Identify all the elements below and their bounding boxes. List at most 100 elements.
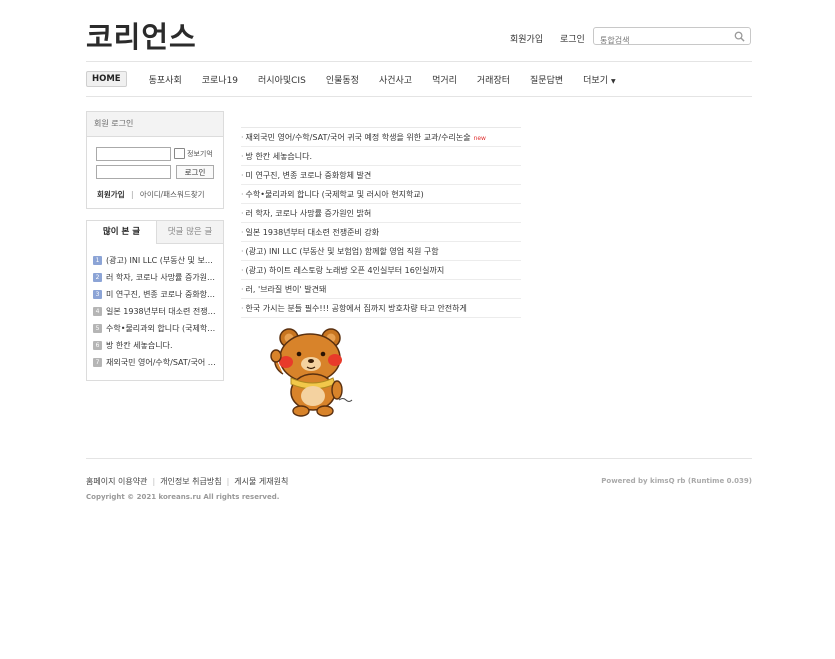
list-item[interactable]: 4 일본 1938년부터 대소련 전쟁준비 강화 bbox=[93, 303, 217, 320]
list-item[interactable]: · 미 연구진, 변종 코로나 중화항체 발견 bbox=[241, 166, 521, 185]
bullet: · bbox=[241, 190, 244, 199]
bear-mascot-image bbox=[270, 328, 353, 417]
popular-title: 러 학자, 코로나 사망률 증가원인 밝혀 bbox=[106, 273, 217, 282]
bullet: · bbox=[241, 152, 244, 161]
signup-link[interactable]: 회원가입 bbox=[510, 35, 543, 45]
nav-item-russia-cis[interactable]: 러시아및CIS bbox=[248, 73, 316, 86]
bullet: · bbox=[241, 247, 244, 256]
footer-links: 홈페이지 이용약관 | 개인정보 취급방침 | 게시물 게재원칙 bbox=[86, 476, 288, 487]
footer-separator: | bbox=[152, 477, 156, 486]
news-title: (광고) INI LLC (부동산 및 보험업) 함께할 영업 직원 구함 bbox=[245, 247, 439, 256]
remember-checkbox[interactable] bbox=[174, 148, 185, 159]
news-title: 한국 가시는 분들 필수!!! 공항에서 집까지 방호차량 타고 안전하게 bbox=[245, 304, 467, 313]
list-item[interactable]: 3 미 연구진, 변종 코로나 중화항체 발견 bbox=[93, 286, 217, 303]
news-title: (광고) 하이트 레스토랑 노래방 오픈 4인실부터 16인실까지 bbox=[245, 266, 445, 275]
list-item[interactable]: · 한국 가시는 분들 필수!!! 공항에서 집까지 방호차량 타고 안전하게 bbox=[241, 299, 521, 318]
terms-link[interactable]: 홈페이지 이용약관 bbox=[86, 477, 147, 486]
bullet: · bbox=[241, 304, 244, 313]
nav-item-incidents[interactable]: 사건사고 bbox=[369, 73, 422, 86]
list-item[interactable]: · 러, '브라질 변이' 발견돼 bbox=[241, 280, 521, 299]
rank-badge: 3 bbox=[93, 290, 102, 299]
bullet: · bbox=[241, 171, 244, 180]
rank-badge: 4 bbox=[93, 307, 102, 316]
find-account-link[interactable]: 아이디/패스워드찾기 bbox=[140, 190, 205, 199]
latest-news-list: · 재외국민 영어/수학/SAT/국어 귀국 예정 학생을 위한 교과/수리논술 n… bbox=[241, 127, 521, 318]
list-item[interactable]: 2 러 학자, 코로나 사망률 증가원인 밝혀 bbox=[93, 269, 217, 286]
popular-panel: 많이 본 글 댓글 많은 글 1 (광고) INI LLC (부동산 및 보험업)… bbox=[86, 220, 224, 381]
nav-item-food[interactable]: 먹거리 bbox=[422, 73, 467, 86]
login-panel-title: 회원 로그인 bbox=[87, 112, 223, 137]
news-title: 미 연구진, 변종 코로나 중화항체 발견 bbox=[245, 171, 372, 180]
list-item[interactable]: 1 (광고) INI LLC (부동산 및 보험업) 함께할 영업 직원 구함 bbox=[93, 252, 217, 269]
nav-item-market[interactable]: 거래장터 bbox=[467, 73, 520, 86]
list-item[interactable]: · 러 학자, 코로나 사망률 증가원인 밝혀 bbox=[241, 204, 521, 223]
rank-badge: 2 bbox=[93, 273, 102, 282]
bullet: · bbox=[241, 266, 244, 275]
tab-most-commented[interactable]: 댓글 많은 글 bbox=[157, 221, 223, 244]
popular-title: 수학•물리과외 합니다 (국제학교 및 러시아 현지학교) bbox=[106, 324, 217, 333]
footer-divider bbox=[86, 458, 752, 459]
login-button[interactable]: 로그인 bbox=[176, 165, 214, 179]
list-item[interactable]: 7 재외국민 영어/수학/SAT/국어 귀국 예정 학생을 위한 교과/수리논술 bbox=[93, 354, 217, 371]
username-input[interactable] bbox=[96, 147, 171, 161]
login-links: 회원가입 | 아이디/패스워드찾기 bbox=[97, 189, 205, 200]
tab-most-viewed[interactable]: 많이 본 글 bbox=[87, 221, 157, 244]
rank-badge: 7 bbox=[93, 358, 102, 367]
news-title: 재외국민 영어/수학/SAT/국어 귀국 예정 학생을 위한 교과/수리논술 bbox=[245, 133, 471, 142]
nav-home[interactable]: HOME bbox=[86, 71, 127, 87]
remember-label: 정보기억 bbox=[187, 150, 213, 158]
nav-item-people[interactable]: 인물동정 bbox=[316, 73, 369, 86]
popular-title: (광고) INI LLC (부동산 및 보험업) 함께할 영업 직원 구함 bbox=[106, 256, 217, 265]
popular-list: 1 (광고) INI LLC (부동산 및 보험업) 함께할 영업 직원 구함 2… bbox=[87, 244, 223, 371]
nav-more-label: 더보기 bbox=[583, 75, 608, 86]
bullet: · bbox=[241, 285, 244, 294]
new-badge: new bbox=[473, 135, 486, 142]
powered-by: Powered by kimsQ rb (Runtime 0.039) bbox=[601, 477, 752, 485]
password-input[interactable] bbox=[96, 165, 171, 179]
search-icon[interactable] bbox=[734, 31, 745, 42]
search-input[interactable] bbox=[600, 36, 730, 45]
list-item[interactable]: · 재외국민 영어/수학/SAT/국어 귀국 예정 학생을 위한 교과/수리논술 n… bbox=[241, 128, 521, 147]
list-item[interactable]: · (광고) INI LLC (부동산 및 보험업) 함께할 영업 직원 구함 bbox=[241, 242, 521, 261]
nav-item-community[interactable]: 동포사회 bbox=[139, 73, 192, 86]
list-item[interactable]: · 수학•물리과외 합니다 (국제학교 및 러시아 현지학교) bbox=[241, 185, 521, 204]
footer-separator: | bbox=[226, 477, 230, 486]
nav-item-covid19[interactable]: 코로나19 bbox=[192, 73, 248, 86]
popular-title: 일본 1938년부터 대소련 전쟁준비 강화 bbox=[106, 307, 217, 316]
bullet: · bbox=[241, 133, 244, 142]
site-logo[interactable]: 코리언스 bbox=[86, 14, 197, 56]
news-title: 일본 1938년부터 대소련 전쟁준비 강화 bbox=[245, 228, 380, 237]
list-item[interactable]: 5 수학•물리과외 합니다 (국제학교 및 러시아 현지학교) bbox=[93, 320, 217, 337]
rank-badge: 5 bbox=[93, 324, 102, 333]
copyright: Copyright © 2021 koreans.ru All rights r… bbox=[86, 493, 280, 501]
join-link[interactable]: 회원가입 bbox=[97, 190, 125, 199]
list-item[interactable]: · 일본 1938년부터 대소련 전쟁준비 강화 bbox=[241, 223, 521, 242]
privacy-link[interactable]: 개인정보 취급방침 bbox=[160, 477, 221, 486]
rank-badge: 6 bbox=[93, 341, 102, 350]
posting-policy-link[interactable]: 게시물 게재원칙 bbox=[234, 477, 288, 486]
search-box[interactable] bbox=[593, 27, 751, 45]
chevron-down-icon: ▼ bbox=[611, 77, 616, 85]
news-title: 러, '브라질 변이' 발견돼 bbox=[245, 285, 327, 294]
login-link[interactable]: 로그인 bbox=[560, 35, 585, 45]
popular-title: 방 한칸 세놓습니다. bbox=[106, 341, 173, 350]
popular-title: 미 연구진, 변종 코로나 중화항체 발견 bbox=[106, 290, 217, 299]
nav-item-qna[interactable]: 질문답변 bbox=[520, 73, 573, 86]
main-nav: HOME 동포사회 코로나19 러시아및CIS 인물동정 사건사고 먹거리 거래… bbox=[86, 70, 626, 88]
news-title: 방 한칸 세놓습니다. bbox=[245, 152, 313, 161]
nav-item-more[interactable]: 더보기 ▼ bbox=[573, 73, 625, 86]
links-separator: | bbox=[131, 190, 134, 199]
news-title: 러 학자, 코로나 사망률 증가원인 밝혀 bbox=[245, 209, 372, 218]
nav-divider-top bbox=[86, 61, 752, 62]
top-links: 회원가입 로그인 bbox=[510, 32, 599, 45]
bullet: · bbox=[241, 209, 244, 218]
bullet: · bbox=[241, 228, 244, 237]
popular-title: 재외국민 영어/수학/SAT/국어 귀국 예정 학생을 위한 교과/수리논술 bbox=[106, 358, 217, 367]
popular-tabs: 많이 본 글 댓글 많은 글 bbox=[87, 221, 223, 244]
news-title: 수학•물리과외 합니다 (국제학교 및 러시아 현지학교) bbox=[245, 190, 424, 199]
nav-divider-bottom bbox=[86, 96, 752, 97]
list-item[interactable]: · (광고) 하이트 레스토랑 노래방 오픈 4인실부터 16인실까지 bbox=[241, 261, 521, 280]
list-item[interactable]: 6 방 한칸 세놓습니다. bbox=[93, 337, 217, 354]
rank-badge: 1 bbox=[93, 256, 102, 265]
list-item[interactable]: · 방 한칸 세놓습니다. bbox=[241, 147, 521, 166]
